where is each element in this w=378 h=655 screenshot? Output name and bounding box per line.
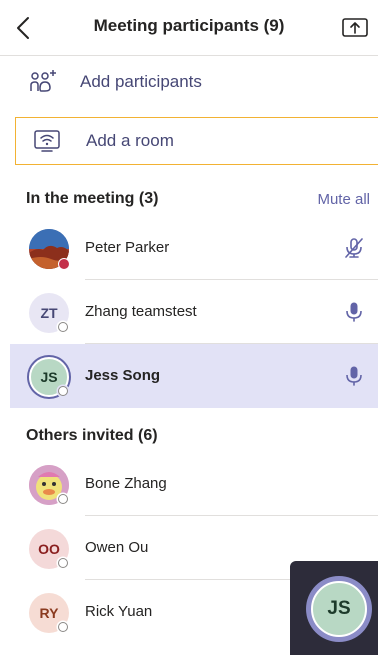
others-invited-heading: Others invited (6): [26, 427, 158, 444]
status-offline-indicator: [58, 622, 68, 632]
participant-name: Zhang teamstest: [85, 303, 197, 320]
participant-name: Owen Ou: [85, 539, 149, 556]
participant-row[interactable]: Peter Parker: [10, 216, 378, 280]
avatar-initials: OO: [38, 541, 60, 557]
participant-name: Bone Zhang: [85, 475, 167, 492]
share-screen-icon: [342, 18, 368, 37]
self-video-tile[interactable]: JS: [290, 561, 378, 655]
add-participants-button[interactable]: Add participants: [10, 57, 378, 107]
status-offline-indicator: [58, 322, 68, 332]
avatar-initials: ZT: [40, 305, 58, 321]
share-screen-button[interactable]: [340, 14, 370, 42]
mic-muted-icon[interactable]: [342, 236, 366, 260]
status-busy-indicator: [58, 258, 70, 270]
status-offline-indicator: [58, 558, 68, 568]
add-room-button[interactable]: Add a room: [15, 117, 378, 165]
header-bar: Meeting participants (9): [0, 0, 378, 56]
status-offline-indicator: [58, 494, 68, 504]
add-room-label: Add a room: [86, 131, 174, 150]
add-participants-label: Add participants: [80, 72, 202, 91]
participant-row-selected[interactable]: JS Jess Song: [10, 344, 378, 408]
participant-name: Rick Yuan: [85, 603, 153, 620]
mic-icon[interactable]: [342, 300, 366, 324]
participant-row[interactable]: Bone Zhang: [10, 452, 378, 516]
self-avatar: JS: [311, 581, 367, 637]
page-title: Meeting participants (9): [93, 16, 285, 35]
participant-name: Peter Parker: [85, 239, 170, 256]
self-avatar-ring: JS: [306, 576, 372, 642]
mute-all-button[interactable]: Mute all: [317, 191, 370, 208]
mic-icon[interactable]: [342, 364, 366, 388]
status-offline-indicator: [58, 386, 68, 396]
participant-row[interactable]: ZT Zhang teamstest: [10, 280, 378, 344]
room-icon: [32, 126, 72, 156]
avatar-initials: JS: [40, 369, 58, 385]
avatar-initials: RY: [39, 605, 59, 621]
add-people-icon: [26, 67, 66, 97]
participant-name: Jess Song: [85, 367, 161, 384]
